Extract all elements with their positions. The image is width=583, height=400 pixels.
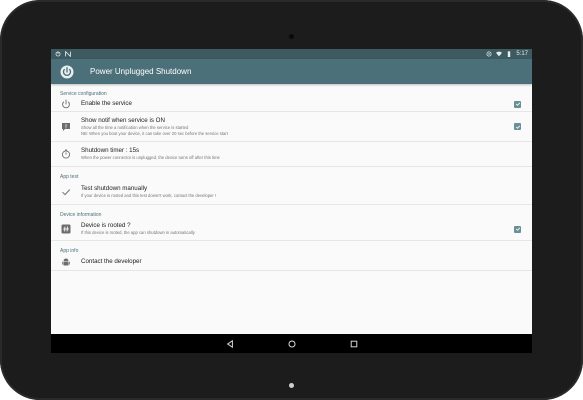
- tablet-frame: 5:17 Power Unplugged Shutdown Service co…: [0, 0, 583, 400]
- back-button[interactable]: [225, 339, 235, 349]
- summary-line: NB: When you boot your device, it can ta…: [81, 130, 228, 136]
- check-icon: [61, 187, 71, 197]
- app-title: Power Unplugged Shutdown: [90, 67, 192, 76]
- pref-test-shutdown[interactable]: Test shutdown manually If your device is…: [51, 180, 532, 205]
- hash-icon: [61, 224, 71, 234]
- power-icon: [60, 65, 74, 79]
- home-button[interactable]: [287, 339, 297, 349]
- pref-title: Test shutdown manually: [81, 185, 148, 193]
- pref-summary: When the power connector is unplugged, t…: [81, 155, 220, 161]
- pref-summary: If your device is rooted and this test d…: [81, 193, 217, 199]
- pref-title: Contact the developer: [81, 258, 142, 265]
- pref-shutdown-timer[interactable]: Shutdown timer : 15s When the power conn…: [51, 142, 532, 167]
- camera: [289, 34, 294, 39]
- timer-icon: [61, 149, 71, 159]
- pref-contact-developer[interactable]: Contact the developer: [51, 254, 532, 271]
- preferences-list: Service configuration Enable the service: [51, 84, 532, 334]
- pref-summary: Show all the time a notification when th…: [81, 125, 514, 135]
- category-service-configuration: Service configuration: [60, 91, 107, 97]
- category-device-information: Device information: [60, 212, 102, 218]
- category-app-info: App info: [60, 248, 79, 254]
- app-bar: Power Unplugged Shutdown: [51, 59, 532, 84]
- recents-icon: [350, 340, 358, 348]
- home-icon: [287, 339, 296, 348]
- screen: 5:17 Power Unplugged Shutdown Service co…: [51, 49, 532, 353]
- pref-summary: If this device is rooted, the app can sh…: [81, 230, 195, 236]
- recents-button[interactable]: [349, 339, 359, 349]
- enable-service-checkbox[interactable]: [514, 100, 521, 108]
- pref-title: Device is rooted ?: [81, 222, 131, 230]
- android-icon: [61, 257, 71, 267]
- category-app-test: App test: [60, 174, 79, 180]
- notification-icon: [65, 51, 71, 57]
- pref-title: Shutdown timer : 15s: [81, 147, 140, 155]
- navigation-bar: [51, 334, 532, 353]
- notification-icon: [61, 122, 71, 132]
- pref-show-notif[interactable]: Show notif when service is ON Show all t…: [51, 112, 532, 142]
- pref-title: Show notif when service is ON: [81, 117, 165, 125]
- wifi-icon: [496, 51, 503, 57]
- show-notif-checkbox[interactable]: [514, 123, 521, 130]
- home-indicator: [289, 383, 294, 388]
- status-bar: 5:17: [51, 49, 532, 59]
- pref-device-rooted[interactable]: Device is rooted ? If this device is roo…: [51, 218, 532, 241]
- pref-enable-service[interactable]: Enable the service: [51, 97, 532, 112]
- device-rooted-checkbox[interactable]: [514, 225, 521, 233]
- back-icon: [226, 339, 234, 348]
- power-icon: [61, 99, 71, 109]
- rotate-icon: [486, 51, 492, 57]
- status-time: 5:17: [516, 51, 528, 57]
- battery-icon: [506, 51, 512, 57]
- power-notification-icon: [55, 51, 61, 57]
- pref-title: Enable the service: [81, 100, 132, 107]
